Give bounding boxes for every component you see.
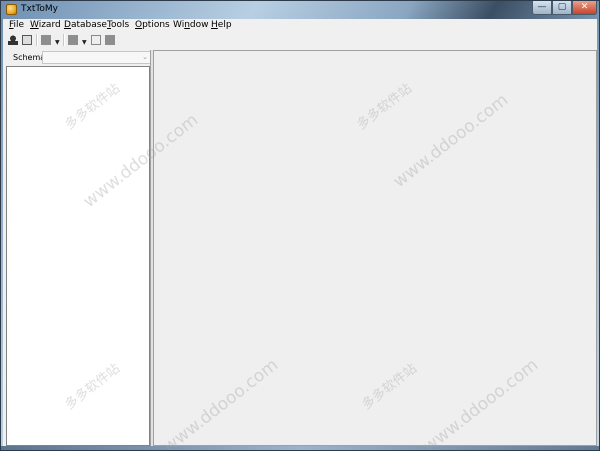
client-area: File Wizard Database Tools Options Windo… [3, 19, 597, 446]
menu-wizard[interactable]: Wizard [30, 20, 61, 30]
menu-bar: File Wizard Database Tools Options Windo… [3, 19, 597, 32]
new-document-icon[interactable] [22, 35, 32, 45]
window-title: TxtToMy [21, 4, 58, 14]
window-icon[interactable] [91, 35, 101, 45]
connect-icon[interactable] [8, 35, 18, 45]
schema-label: Schema [13, 53, 46, 62]
mdi-workspace[interactable] [153, 50, 597, 446]
gray-square-icon[interactable] [41, 35, 51, 45]
app-icon [6, 4, 17, 15]
app-window: TxtToMy — ▢ ✕ File Wizard Database Tools… [0, 0, 600, 451]
menu-database[interactable]: Database [64, 20, 107, 30]
menu-tools[interactable]: Tools [107, 20, 129, 30]
dropdown-arrow-icon[interactable]: ▼ [82, 39, 87, 46]
maximize-button[interactable]: ▢ [552, 1, 572, 15]
title-bar[interactable]: TxtToMy — ▢ ✕ [1, 1, 599, 19]
dropdown-arrow-icon[interactable]: ▼ [55, 39, 60, 46]
toolbar-separator [63, 34, 65, 46]
desktop-strip [1, 446, 599, 450]
schema-tree[interactable] [6, 66, 150, 446]
menu-window[interactable]: Window [173, 20, 209, 30]
schema-select[interactable]: ⌄ [42, 51, 152, 64]
gray-square-icon[interactable] [68, 35, 78, 45]
schema-bar: Schema ⌄ [6, 50, 152, 66]
minimize-button[interactable]: — [532, 1, 552, 15]
toolbar-separator [36, 34, 38, 46]
close-button[interactable]: ✕ [572, 1, 597, 15]
menu-file[interactable]: File [9, 20, 24, 30]
toolbar: ▼ ▼ [3, 32, 597, 49]
gray-square-icon[interactable] [105, 35, 115, 45]
menu-help[interactable]: Help [211, 20, 232, 30]
menu-options[interactable]: Options [135, 20, 170, 30]
chevron-down-icon: ⌄ [142, 53, 148, 61]
